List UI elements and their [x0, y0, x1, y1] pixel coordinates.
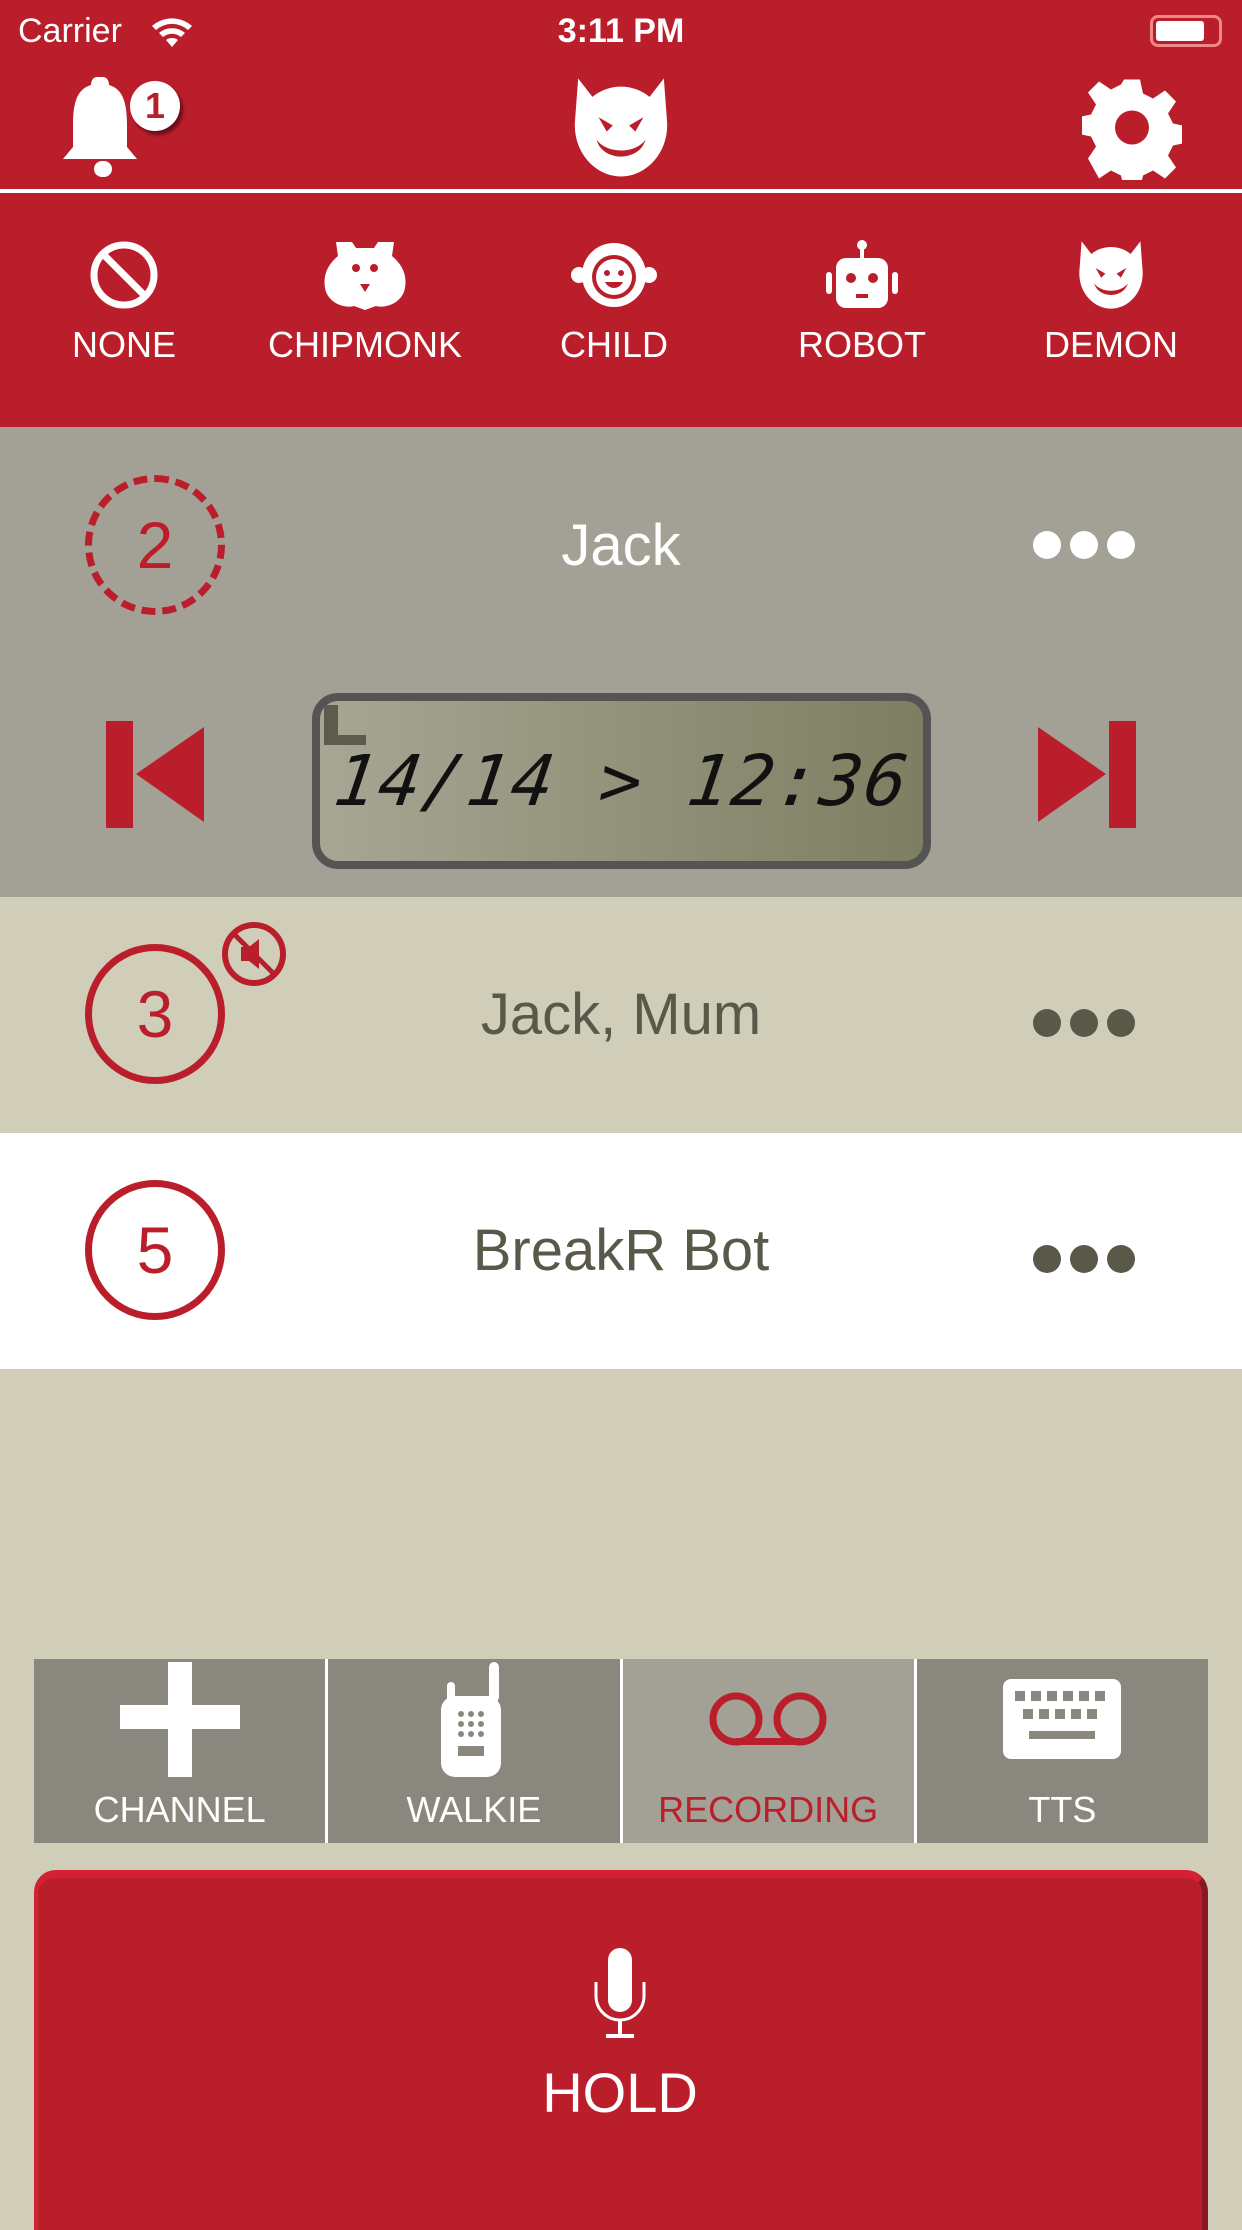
- notification-badge: 1: [130, 81, 180, 131]
- voice-none[interactable]: NONE: [0, 240, 248, 366]
- notifications-button[interactable]: 1: [58, 75, 188, 180]
- lcd-display: 14/14 > 12:36: [312, 693, 931, 869]
- demon-icon: [1079, 241, 1143, 309]
- more-options-button[interactable]: [1033, 1245, 1135, 1273]
- lcd-indicator: [324, 705, 366, 745]
- more-options-button[interactable]: [1033, 1009, 1135, 1037]
- voice-demon[interactable]: DEMON: [987, 240, 1235, 366]
- muted-icon: [222, 922, 286, 986]
- child-icon: [571, 243, 657, 307]
- walkie-talkie-icon: [440, 1662, 501, 1777]
- microphone-icon: [594, 1948, 646, 2038]
- tab-bar: CHANNEL WALKIE RECORDING TTS: [34, 1659, 1208, 1843]
- tab-recording[interactable]: RECORDING: [622, 1659, 914, 1843]
- battery-icon: [1150, 15, 1222, 47]
- previous-icon[interactable]: [106, 721, 204, 828]
- robot-icon: [826, 240, 898, 308]
- voice-child[interactable]: CHILD: [490, 240, 738, 366]
- header-divider: [0, 189, 1242, 193]
- hold-to-talk-button[interactable]: HOLD: [34, 1870, 1208, 2230]
- tab-walkie[interactable]: WALKIE: [328, 1659, 620, 1843]
- more-options-button[interactable]: [1033, 531, 1135, 559]
- tab-tts[interactable]: TTS: [916, 1659, 1208, 1843]
- demon-face-icon: [574, 78, 668, 177]
- channel-row[interactable]: 5 BreakR Bot: [0, 1133, 1242, 1369]
- channel-row[interactable]: 3 Jack, Mum: [0, 897, 1242, 1133]
- voicemail-icon: [709, 1692, 827, 1746]
- voice-robot[interactable]: ROBOT: [738, 240, 986, 366]
- plus-icon: [119, 1662, 240, 1777]
- none-icon: [90, 241, 158, 309]
- next-icon[interactable]: [1038, 721, 1136, 828]
- voice-chipmonk[interactable]: CHIPMONK: [241, 240, 489, 366]
- clock: 3:11 PM: [557, 12, 685, 50]
- chipmunk-icon: [324, 242, 406, 310]
- gear-icon[interactable]: [1082, 75, 1182, 180]
- keyboard-icon: [1003, 1679, 1122, 1759]
- tab-channel[interactable]: CHANNEL: [34, 1659, 326, 1843]
